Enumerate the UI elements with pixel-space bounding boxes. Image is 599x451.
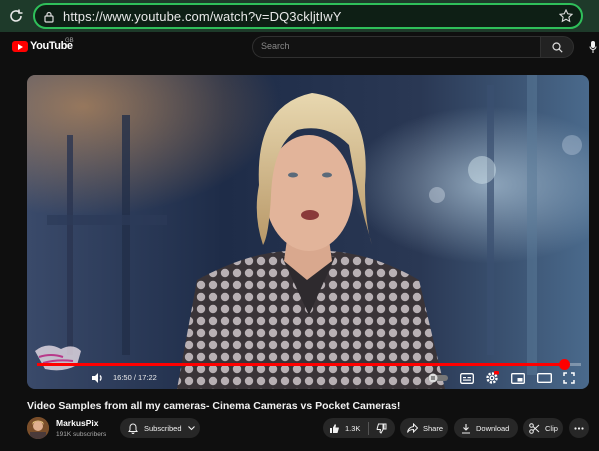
channel-name[interactable]: MarkusPix	[56, 418, 99, 428]
subscriber-count: 191K subscribers	[56, 431, 107, 438]
bookmark-star-icon[interactable]	[558, 8, 574, 28]
clip-button[interactable]: Clip	[523, 418, 563, 438]
more-horizontal-icon	[574, 426, 584, 430]
more-actions-button[interactable]	[569, 418, 589, 438]
scissors-icon	[529, 422, 540, 434]
video-frame	[27, 75, 589, 389]
subtitles-button[interactable]	[458, 370, 476, 386]
region-code: GB	[65, 38, 74, 44]
browser-toolbar: https://www.youtube.com/watch?v=DQ3ckljt…	[0, 0, 599, 32]
progress-scrubber[interactable]	[559, 359, 570, 370]
like-divider	[368, 421, 370, 435]
search-input[interactable]	[261, 41, 531, 51]
voice-search-button[interactable]	[586, 38, 599, 56]
subscribe-button[interactable]: Subscribed	[120, 418, 200, 438]
miniplayer-icon	[511, 372, 525, 384]
video-title: Video Samples from all my cameras- Cinem…	[27, 400, 401, 412]
volume-icon	[91, 373, 102, 383]
search-box	[252, 36, 540, 58]
like-dislike-group: 1.3K	[323, 418, 395, 438]
clip-label: Clip	[545, 423, 558, 433]
theater-mode-icon	[536, 373, 552, 383]
progress-played	[37, 363, 564, 366]
fullscreen-icon	[563, 372, 575, 384]
address-bar[interactable]: https://www.youtube.com/watch?v=DQ3ckljt…	[33, 3, 583, 29]
fullscreen-button[interactable]	[560, 370, 578, 386]
gear-icon	[486, 371, 499, 384]
time-display: 16:50 / 17:22	[113, 373, 157, 382]
subtitles-icon	[460, 372, 474, 384]
dislike-button[interactable]	[376, 423, 387, 434]
site-info-icon[interactable]	[43, 10, 55, 28]
subscribe-label: Subscribed	[144, 423, 182, 433]
like-button[interactable]: 1.3K	[329, 423, 360, 434]
thumbs-down-icon	[377, 423, 387, 434]
channel-avatar[interactable]	[27, 417, 49, 439]
youtube-header: YouTube GB	[0, 32, 599, 62]
volume-button[interactable]	[89, 370, 105, 386]
youtube-play-icon	[12, 40, 28, 52]
share-label: Share	[423, 423, 444, 433]
video-player[interactable]: 16:50 / 17:22	[27, 75, 589, 389]
reload-icon[interactable]	[6, 6, 26, 26]
download-label: Download	[476, 423, 510, 433]
settings-button[interactable]	[483, 370, 501, 386]
share-icon	[407, 423, 418, 433]
autoplay-toggle-icon	[428, 373, 448, 383]
bell-icon	[128, 422, 138, 434]
microphone-icon	[589, 41, 597, 53]
youtube-logo[interactable]: YouTube	[12, 40, 73, 52]
theater-mode-button[interactable]	[535, 370, 553, 386]
progress-bar[interactable]	[37, 359, 581, 370]
search-icon	[551, 41, 563, 53]
search-button[interactable]	[540, 36, 574, 58]
download-icon	[462, 423, 470, 434]
thumbs-up-icon	[330, 423, 339, 433]
autoplay-toggle[interactable]	[427, 370, 449, 386]
share-button[interactable]: Share	[400, 418, 448, 438]
miniplayer-button[interactable]	[509, 370, 527, 386]
download-button[interactable]: Download	[454, 418, 518, 438]
url-text: https://www.youtube.com/watch?v=DQ3ckljt…	[63, 9, 342, 24]
like-count: 1.3K	[345, 423, 361, 433]
chevron-down-icon	[187, 425, 195, 430]
